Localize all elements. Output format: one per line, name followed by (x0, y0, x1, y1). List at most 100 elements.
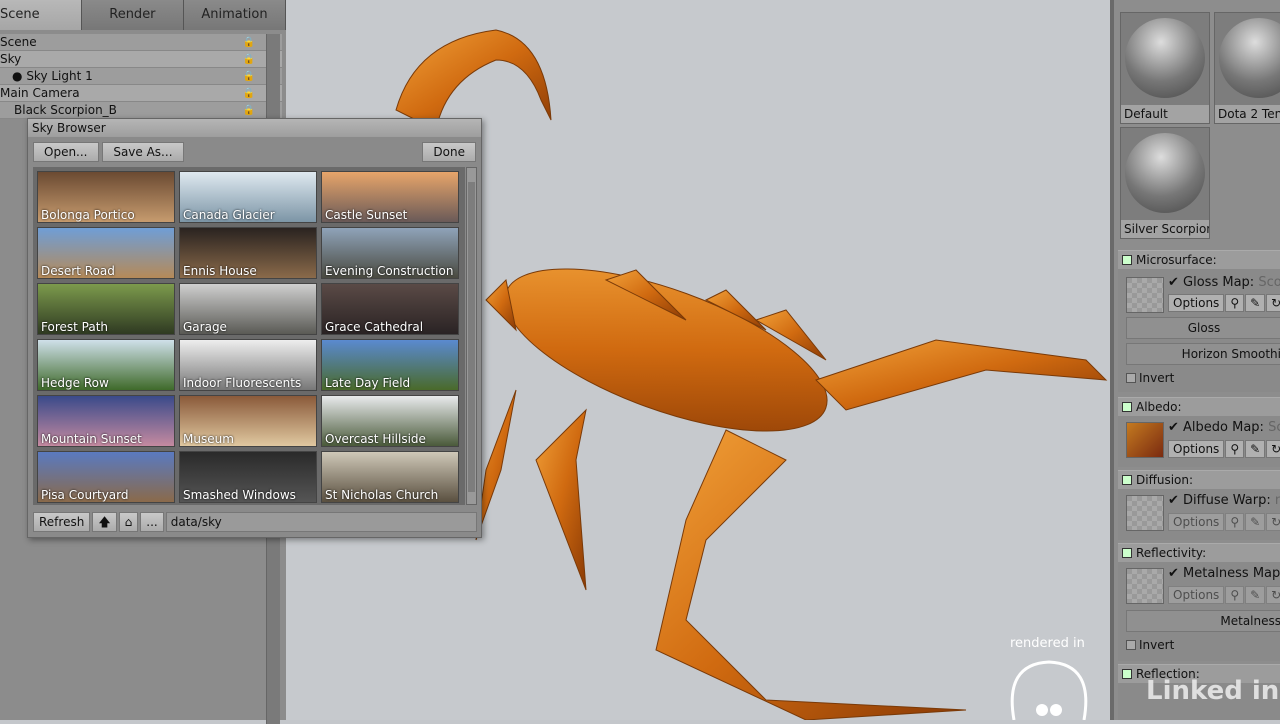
invert-checkbox[interactable]: Invert (1126, 638, 1174, 652)
refresh-button[interactable]: Refresh (33, 512, 91, 532)
tab-animation[interactable]: Animation (183, 0, 287, 30)
sky-thumbnail[interactable]: Canada Glacier (179, 171, 317, 223)
checkbox-label: Invert (1139, 371, 1175, 385)
sky-thumbnail[interactable]: Grace Cathedral (321, 283, 459, 335)
horizon-smoothing-slider[interactable]: Horizon Smoothi (1126, 343, 1280, 365)
material-label: Silver Scorpion (1121, 220, 1209, 238)
home-icon[interactable]: ⌂ (118, 512, 139, 532)
collapse-icon[interactable] (1122, 475, 1132, 485)
refresh-icon[interactable]: ↻ (1266, 440, 1280, 458)
marmoset-logo (1010, 660, 1088, 720)
gloss-slider[interactable]: Gloss (1126, 317, 1280, 339)
tree-item-scene[interactable]: Scene🔒◉ (0, 34, 282, 51)
options-button[interactable]: Options (1168, 294, 1225, 312)
diffuse-warp-thumb[interactable] (1126, 495, 1164, 531)
sky-label: Forest Path (41, 320, 109, 334)
material-preview (1125, 18, 1205, 98)
open-button[interactable]: Open... (33, 142, 99, 162)
dialog-footer: Refresh 🡅 ⌂ ... data/sky (33, 512, 477, 532)
sky-thumbnail[interactable]: Indoor Fluorescents (179, 339, 317, 391)
options-button[interactable]: Options (1168, 586, 1225, 604)
tree-label: Black Scorpion_B (14, 103, 117, 117)
sky-thumbnail[interactable]: Castle Sunset (321, 171, 459, 223)
refresh-icon[interactable]: ↻ (1266, 513, 1280, 531)
section-albedo: Albedo: ✔ Albedo Map: Sco Options⚲✎↻ (1118, 397, 1280, 467)
sky-label: Desert Road (41, 264, 115, 278)
done-button[interactable]: Done (422, 142, 476, 162)
section-header[interactable]: Reflectivity: (1118, 544, 1280, 562)
section-header[interactable]: Albedo: (1118, 398, 1280, 416)
albedo-map-label[interactable]: ✔ Albedo Map: Sco (1168, 420, 1280, 435)
diffuse-warp-label[interactable]: ✔ Diffuse Warp: no (1168, 493, 1280, 508)
map-name: Metalness Map: (1183, 566, 1280, 581)
search-icon[interactable]: ⚲ (1225, 586, 1245, 604)
map-value: Sco (1268, 420, 1280, 435)
tree-item-sky[interactable]: Sky🔒◉ (0, 51, 282, 68)
tab-scene[interactable]: Scene (0, 0, 82, 30)
scrollbar-thumb[interactable] (468, 182, 475, 492)
tab-render[interactable]: Render (81, 0, 184, 30)
lock-icon[interactable]: 🔒 (238, 102, 260, 118)
material-default[interactable]: Default (1120, 12, 1210, 124)
refresh-icon[interactable]: ↻ (1266, 586, 1280, 604)
lock-icon[interactable]: 🔒 (238, 34, 260, 50)
albedo-map-thumb[interactable] (1126, 422, 1164, 458)
tree-label: Sky (0, 52, 22, 66)
gloss-map-label[interactable]: ✔ Gloss Map: Scorp (1168, 275, 1280, 290)
collapse-icon[interactable] (1122, 548, 1132, 558)
search-icon[interactable]: ⚲ (1225, 440, 1245, 458)
collapse-icon[interactable] (1122, 255, 1132, 265)
sky-thumbnail[interactable]: Garage (179, 283, 317, 335)
options-button[interactable]: Options (1168, 440, 1225, 458)
material-silver-scorpion[interactable]: Silver Scorpion (1120, 127, 1210, 239)
tree-item-sky-light[interactable]: ● Sky Light 1🔒◉ (0, 68, 282, 85)
gloss-map-thumb[interactable] (1126, 277, 1164, 313)
search-icon[interactable]: ⚲ (1225, 294, 1245, 312)
panel-tabs: Scene Render Animation (0, 0, 287, 30)
sky-thumbnail[interactable]: St Nicholas Church (321, 451, 459, 503)
sky-thumbnail[interactable]: Evening Construction (321, 227, 459, 279)
lock-icon[interactable]: 🔒 (238, 51, 260, 67)
lock-icon[interactable]: 🔒 (238, 68, 260, 84)
tree-item-black-scorpion[interactable]: Black Scorpion_B🔒◉ (0, 102, 282, 119)
sky-thumbnail[interactable]: Pisa Courtyard (37, 451, 175, 503)
metalness-map-label[interactable]: ✔ Metalness Map: n (1168, 566, 1280, 581)
collapse-icon[interactable] (1122, 402, 1132, 412)
arrow-up-icon[interactable]: 🡅 (92, 512, 117, 532)
pencil-icon[interactable]: ✎ (1245, 294, 1266, 312)
sky-thumbnail[interactable]: Museum (179, 395, 317, 447)
map-value: Scorp (1258, 275, 1280, 290)
sky-grid-scrollbar[interactable] (466, 167, 477, 505)
sky-thumbnail[interactable]: Desert Road (37, 227, 175, 279)
invert-checkbox[interactable]: Invert (1126, 371, 1174, 385)
browse-button[interactable]: ... (140, 512, 164, 532)
section-title: Diffusion: (1136, 473, 1194, 487)
sky-thumbnail[interactable]: Overcast Hillside (321, 395, 459, 447)
sky-label: Bolonga Portico (41, 208, 135, 222)
search-icon[interactable]: ⚲ (1225, 513, 1245, 531)
pencil-icon[interactable]: ✎ (1245, 586, 1266, 604)
map-options: Options ⚲ ✎ ↻ (1168, 440, 1280, 458)
sky-label: Castle Sunset (325, 208, 408, 222)
section-header[interactable]: Microsurface: (1118, 251, 1280, 269)
material-dota2[interactable]: Dota 2 Ten (1214, 12, 1280, 124)
sky-thumbnail[interactable]: Late Day Field (321, 339, 459, 391)
sky-thumbnail[interactable]: Forest Path (37, 283, 175, 335)
metalness-slider[interactable]: Metalness (1126, 610, 1280, 632)
pencil-icon[interactable]: ✎ (1245, 440, 1266, 458)
options-button[interactable]: Options (1168, 513, 1225, 531)
save-as-button[interactable]: Save As... (102, 142, 184, 162)
sky-thumbnail[interactable]: Bolonga Portico (37, 171, 175, 223)
pencil-icon[interactable]: ✎ (1245, 513, 1266, 531)
tree-item-main-camera[interactable]: Main Camera🔒◉ (0, 85, 282, 102)
section-header[interactable]: Diffusion: (1118, 471, 1280, 489)
refresh-icon[interactable]: ↻ (1266, 294, 1280, 312)
collapse-icon[interactable] (1122, 669, 1132, 679)
sky-thumbnail[interactable]: Hedge Row (37, 339, 175, 391)
path-field[interactable]: data/sky (165, 512, 477, 532)
sky-thumbnail[interactable]: Smashed Windows (179, 451, 317, 503)
sky-thumbnail[interactable]: Mountain Sunset (37, 395, 175, 447)
metalness-map-thumb[interactable] (1126, 568, 1164, 604)
sky-thumbnail[interactable]: Ennis House (179, 227, 317, 279)
lock-icon[interactable]: 🔒 (238, 85, 260, 101)
